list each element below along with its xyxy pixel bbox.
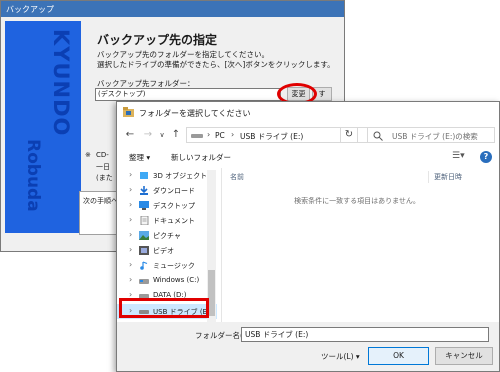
nav-item-3d-objects[interactable]: › 3D オブジェクト (117, 168, 217, 183)
nav-item-label: 3D オブジェクト (153, 172, 208, 180)
nav-item-label: Windows (C:) (153, 276, 200, 284)
destination-folder-field[interactable]: (デスクトップ) (95, 88, 281, 101)
chevron-right-icon[interactable]: › (129, 185, 132, 194)
refresh-icon[interactable]: ↻ (340, 127, 358, 143)
help-icon[interactable]: ? (480, 151, 492, 163)
instruction-line-2: 選択したドライブの準備ができたら、[次へ]ボタンをクリックします。 (97, 60, 335, 69)
note-mark: ※ (85, 151, 91, 159)
organize-button[interactable]: 整理 ▾ (129, 152, 150, 163)
chevron-right-icon[interactable]: › (129, 275, 132, 284)
nav-item-windows-c[interactable]: › Windows (C:) (117, 273, 217, 288)
folder-icon (123, 107, 134, 117)
highlight-box (119, 298, 209, 318)
page-title: バックアップ先の指定 (97, 33, 218, 47)
breadcrumb-separator-icon: › (231, 130, 235, 139)
file-list-pane: 名前 更新日時 検索条件に一致する項目はありません。 (221, 168, 499, 322)
banner-logo-text-lower: Robuda (23, 139, 43, 212)
window-title: バックアップ (6, 5, 54, 14)
arrow-up-icon[interactable]: ↑ (169, 128, 183, 142)
nav-item-downloads[interactable]: › ダウンロード (117, 183, 217, 198)
folder-name-field[interactable]: USB ドライブ (E:) (241, 327, 489, 342)
nav-item-label: ミュージック (153, 262, 195, 270)
breadcrumb-pc[interactable]: PC (215, 131, 225, 140)
chevron-right-icon[interactable]: › (129, 215, 132, 224)
note-line-3: (また (96, 174, 113, 182)
scrollbar-thumb[interactable] (208, 270, 215, 316)
picture-icon (139, 231, 149, 240)
next-steps-label: 次の手順へ (83, 197, 118, 205)
tools-button[interactable]: ツール(L) ▾ (321, 351, 360, 362)
nav-item-label: ドキュメント (153, 217, 195, 225)
cancel-button[interactable]: キャンセル (435, 347, 493, 365)
command-toolbar: 整理 ▾ 新しいフォルダー ☰▾ ? (117, 148, 499, 168)
brand-banner: KYUNDO Robuda (5, 21, 81, 233)
breadcrumb-separator-icon: › (207, 130, 211, 139)
column-divider (428, 171, 429, 183)
nav-item-documents[interactable]: › ドキュメント (117, 213, 217, 228)
dialog-footer: フォルダー名(N): USB ドライブ (E:) ツール(L) ▾ OK キャン… (117, 322, 499, 371)
download-icon (140, 186, 148, 195)
search-placeholder: USB ドライブ (E:)の検索 (392, 132, 478, 141)
column-header-name[interactable]: 名前 (230, 172, 244, 182)
search-icon (373, 131, 383, 141)
nav-item-label: ピクチャ (153, 232, 181, 240)
chevron-right-icon[interactable]: › (129, 245, 132, 254)
chevron-down-icon[interactable]: ∨ (155, 128, 169, 142)
chevron-right-icon[interactable]: › (129, 200, 132, 209)
video-icon (139, 246, 149, 255)
empty-state-message: 検索条件に一致する項目はありません。 (294, 197, 420, 205)
search-input[interactable]: USB ドライブ (E:)の検索 (367, 127, 495, 143)
drive-icon (139, 279, 149, 284)
chevron-right-icon[interactable]: › (129, 260, 132, 269)
dialog-title-bar: フォルダーを選択してください (117, 102, 499, 122)
title-bar: バックアップ (1, 1, 344, 17)
desktop-icon (139, 201, 149, 210)
nav-item-label: デスクトップ (153, 202, 195, 210)
column-header-date[interactable]: 更新日時 (434, 172, 462, 182)
note-line-2: 一日 (96, 163, 110, 171)
cube-icon (140, 172, 148, 179)
nav-item-label: ダウンロード (153, 187, 195, 195)
usb-drive-icon (191, 134, 203, 138)
nav-item-label: ビデオ (153, 247, 174, 255)
nav-item-pictures[interactable]: › ピクチャ (117, 228, 217, 243)
arrow-right-icon[interactable]: → (141, 128, 155, 142)
arrow-left-icon[interactable]: ← (123, 128, 137, 142)
document-icon (140, 216, 149, 225)
navigation-bar: ← → ∨ ↑ › PC › USB ドライブ (E:) ∨ ↻ USB ドライ… (117, 124, 499, 146)
nav-item-desktop[interactable]: › デスクトップ (117, 198, 217, 213)
nav-item-music[interactable]: › ミュージック (117, 258, 217, 273)
dialog-title: フォルダーを選択してください (139, 109, 251, 118)
note-line-1: CD- (96, 151, 109, 159)
banner-logo-text: KYUNDO (49, 29, 73, 137)
chevron-right-icon[interactable]: › (129, 230, 132, 239)
breadcrumb-usb-drive[interactable]: USB ドライブ (E:) (240, 131, 303, 142)
nav-item-videos[interactable]: › ビデオ (117, 243, 217, 258)
chevron-right-icon[interactable]: › (129, 170, 132, 179)
folder-picker-dialog: フォルダーを選択してください ← → ∨ ↑ › PC › USB ドライブ (… (116, 101, 500, 372)
music-icon (140, 261, 148, 270)
ok-button[interactable]: OK (368, 347, 429, 365)
next-steps-panel: 次の手順へ (79, 191, 121, 235)
new-folder-button[interactable]: 新しいフォルダー (171, 152, 231, 163)
view-options-icon[interactable]: ☰▾ (452, 151, 465, 161)
